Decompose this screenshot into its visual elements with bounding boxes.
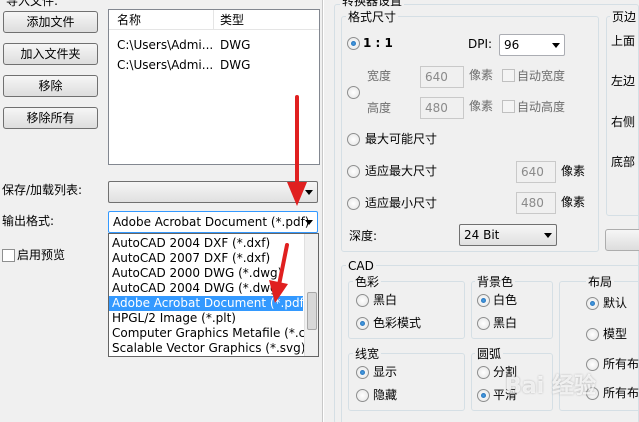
red-arrow-icon — [269, 243, 289, 303]
red-arrow-icon — [287, 95, 307, 206]
annotation-arrows — [269, 95, 307, 303]
watermark: Bai 经验 — [505, 374, 596, 399]
